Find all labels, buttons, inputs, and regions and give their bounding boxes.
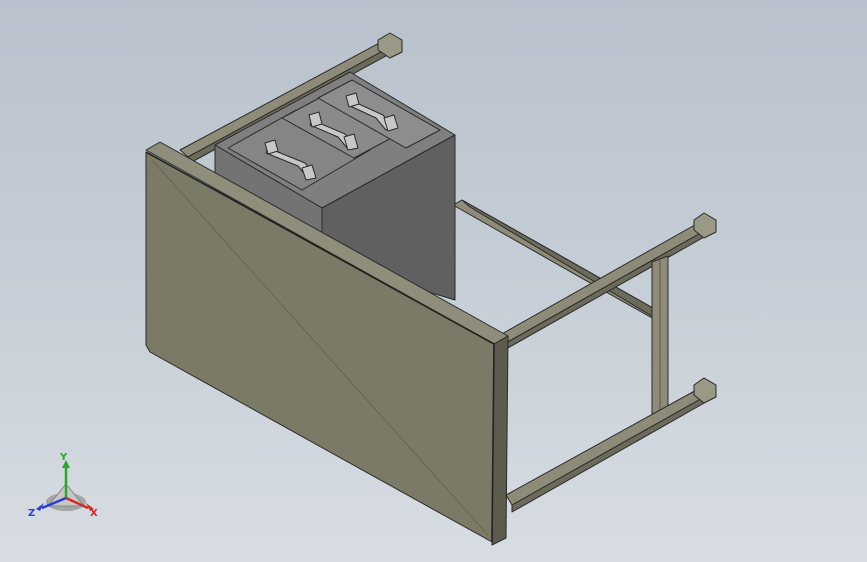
model-scene[interactable] [0, 0, 867, 562]
graphics-viewport[interactable]: Y X Z [0, 0, 867, 562]
z-axis-label: Z [28, 508, 35, 519]
right-bottom-rail-shade [511, 395, 707, 513]
y-axis-label: Y [59, 452, 68, 463]
right-bottom-rail [505, 387, 707, 506]
x-axis-label: X [90, 508, 98, 519]
orientation-triad[interactable]: Y X Z [26, 448, 106, 522]
desk-model[interactable] [145, 32, 717, 546]
